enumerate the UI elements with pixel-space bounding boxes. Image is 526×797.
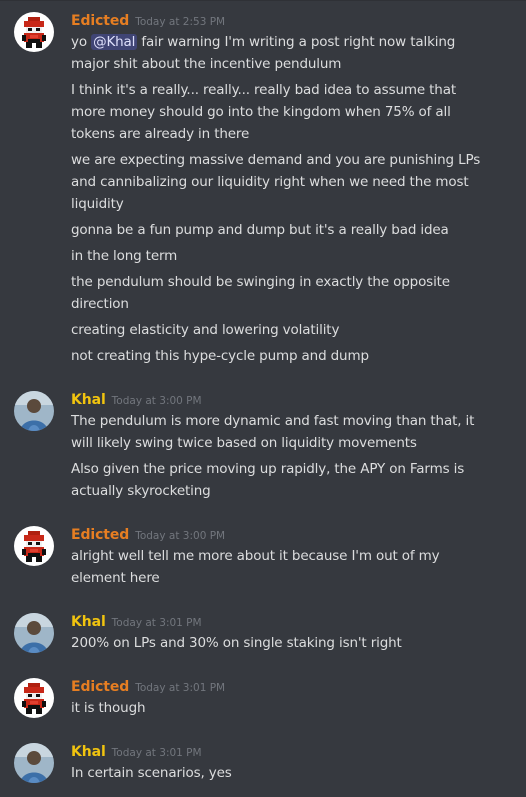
username[interactable]: Khal — [71, 744, 106, 760]
timestamp: Today at 3:01 PM — [111, 617, 202, 629]
message-text: Also given the price moving up rapidly, … — [71, 461, 465, 477]
chat-message-list: Edicted Today at 2:53 PM yo @Khal fair wa… — [0, 0, 526, 797]
timestamp: Today at 3:01 PM — [111, 747, 202, 759]
message-header: Edicted Today at 3:01 PM — [71, 676, 225, 696]
username[interactable]: Edicted — [71, 527, 129, 543]
avatar[interactable] — [14, 743, 54, 783]
message-text: actually skyrocketing — [71, 483, 211, 499]
avatar[interactable] — [14, 613, 54, 653]
message-text: yo @Khal fair warning I'm writing a post… — [71, 31, 455, 53]
message-text: liquidity — [71, 196, 124, 212]
message-text: direction — [71, 296, 129, 312]
pixel-art-character-avatar-icon — [14, 12, 54, 52]
pixel-art-character-avatar-icon — [14, 526, 54, 566]
message-header: Khal Today at 3:01 PM — [71, 741, 202, 761]
message-header: Edicted Today at 2:53 PM — [71, 10, 225, 30]
message-text-part: fair warning I'm writing a post right no… — [137, 34, 456, 50]
username[interactable]: Khal — [71, 614, 106, 630]
timestamp: Today at 3:00 PM — [135, 530, 226, 542]
message-text: we are expecting massive demand and you … — [71, 152, 481, 168]
message-text: not creating this hype-cycle pump and du… — [71, 348, 369, 364]
avatar[interactable] — [14, 678, 54, 718]
user-mention[interactable]: @Khal — [91, 34, 138, 50]
message-header: Edicted Today at 3:00 PM — [71, 524, 225, 544]
message-text: in the long term — [71, 248, 178, 264]
message-text: it is though — [71, 700, 146, 716]
timestamp: Today at 3:01 PM — [135, 682, 226, 694]
message-text: gonna be a fun pump and dump but it's a … — [71, 222, 449, 238]
message-text: and cannibalizing our liquidity right wh… — [71, 174, 469, 190]
pixel-art-character-avatar-icon — [14, 678, 54, 718]
divider — [0, 0, 526, 1]
message-header: Khal Today at 3:01 PM — [71, 611, 202, 631]
message-text: alright well tell me more about it becau… — [71, 548, 440, 564]
username[interactable]: Edicted — [71, 13, 129, 29]
message-text-part: yo — [71, 34, 92, 50]
message-text: creating elasticity and lowering volatil… — [71, 322, 340, 338]
username[interactable]: Edicted — [71, 679, 129, 695]
photo-avatar-icon — [14, 613, 54, 653]
message-header: Khal Today at 3:00 PM — [71, 389, 202, 409]
timestamp: Today at 2:53 PM — [135, 16, 226, 28]
timestamp: Today at 3:00 PM — [111, 395, 202, 407]
photo-avatar-icon — [14, 743, 54, 783]
message-text: element here — [71, 570, 160, 586]
message-text: I think it's a really... really... reall… — [71, 82, 456, 98]
message-text: more money should go into the kingdom wh… — [71, 104, 451, 120]
message-text: 200% on LPs and 30% on single staking is… — [71, 635, 402, 651]
avatar[interactable] — [14, 12, 54, 52]
photo-avatar-icon — [14, 391, 54, 431]
message-text: tokens are already in there — [71, 126, 250, 142]
avatar[interactable] — [14, 391, 54, 431]
message-text: The pendulum is more dynamic and fast mo… — [71, 413, 475, 429]
message-text: the pendulum should be swinging in exact… — [71, 274, 450, 290]
message-text: In certain scenarios, yes — [71, 765, 232, 781]
avatar[interactable] — [14, 526, 54, 566]
username[interactable]: Khal — [71, 392, 106, 408]
message-text: major shit about the incentive pendulum — [71, 56, 342, 72]
message-text: will likely swing twice based on liquidi… — [71, 435, 417, 451]
